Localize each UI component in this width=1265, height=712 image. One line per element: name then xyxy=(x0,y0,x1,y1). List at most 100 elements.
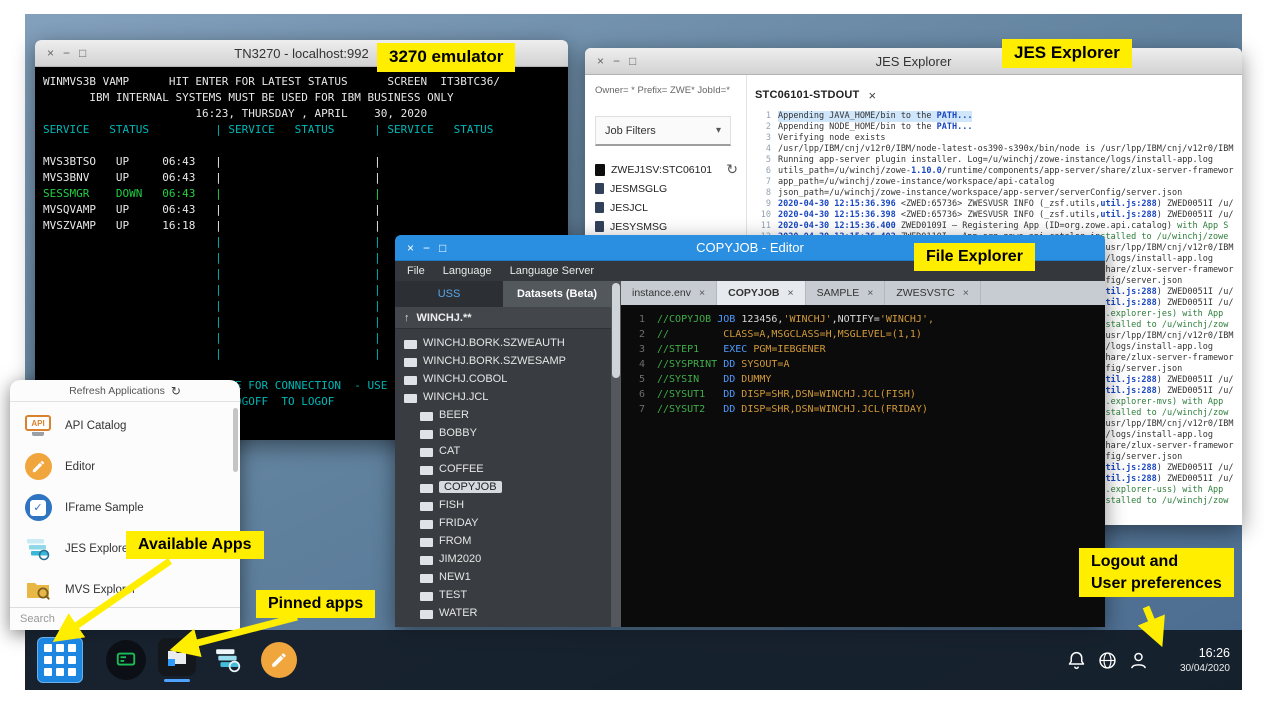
spool-file-item[interactable]: JESMSGLG xyxy=(595,179,738,198)
close-icon[interactable] xyxy=(963,287,969,299)
close-icon[interactable] xyxy=(868,88,876,103)
spool-file-item[interactable]: JESYSMSG xyxy=(595,217,738,236)
menu-item[interactable]: Language Server xyxy=(510,265,594,277)
scrollbar-thumb[interactable] xyxy=(233,408,238,472)
jes-explorer-icon xyxy=(24,535,52,563)
refresh-applications-button[interactable]: Refresh Applications ↻ xyxy=(10,380,240,402)
app-item-api-catalog[interactable]: API API Catalog xyxy=(10,405,240,446)
dataset-tree-item[interactable]: FISH xyxy=(395,496,611,514)
close-icon[interactable] xyxy=(699,287,705,299)
close-button[interactable]: × xyxy=(47,47,54,59)
job-tree-item[interactable]: ZWEJ1SV:STC06101 ↻ xyxy=(595,160,738,179)
maximize-button[interactable]: □ xyxy=(79,47,86,59)
app-launcher-button[interactable] xyxy=(37,637,83,683)
scrollbar[interactable] xyxy=(611,281,621,627)
dataset-tree-item[interactable]: TEST xyxy=(395,586,611,604)
search-input[interactable] xyxy=(10,608,240,630)
mvs-explorer-icon xyxy=(24,576,52,604)
dataset-tree-item[interactable]: BEER xyxy=(395,406,611,424)
close-icon[interactable] xyxy=(867,287,873,299)
spool-file-item[interactable]: JESJCL xyxy=(595,198,738,217)
terminal-line: 16:23, THURSDAY , APRIL 30, 2020 xyxy=(43,106,560,122)
spool-file-name: JESYSMSG xyxy=(610,221,667,233)
window-controls: × − □ xyxy=(395,242,446,254)
minimize-button[interactable]: − xyxy=(613,55,620,67)
editor-file-tab[interactable]: SAMPLE xyxy=(806,281,886,305)
dataset-tree-item[interactable]: NEW1 xyxy=(395,568,611,586)
dataset-tree-item[interactable]: WINCHJ.COBOL xyxy=(395,370,611,388)
jes-titlebar[interactable]: × − □ JES Explorer xyxy=(585,48,1242,75)
code-text: //SYSIN DD DUMMY xyxy=(657,372,771,387)
settings-globe-icon[interactable] xyxy=(1096,649,1118,671)
line-number: 5 xyxy=(755,155,771,166)
explorer-mode-tab[interactable]: USS xyxy=(395,281,503,307)
editor-file-tab[interactable]: ZWESVSTC xyxy=(885,281,980,305)
folder-icon xyxy=(420,610,433,619)
spool-output-tab-label: STC06101-STDOUT xyxy=(755,89,859,101)
dataset-tree-item[interactable]: FROM xyxy=(395,532,611,550)
pinned-app-editor[interactable] xyxy=(258,635,300,685)
annotation-pinned-apps: Pinned apps xyxy=(256,590,375,618)
terminal-line xyxy=(43,138,560,154)
refresh-icon[interactable]: ↻ xyxy=(726,162,738,178)
pinned-app-jes-explorer[interactable] xyxy=(207,635,249,685)
dataset-filter-label: WINCHJ.** xyxy=(417,312,472,324)
pinned-app-3270-terminal[interactable] xyxy=(105,635,147,685)
annotation-file-explorer: File Explorer xyxy=(914,243,1035,271)
line-number: 4 xyxy=(621,357,645,372)
close-button[interactable]: × xyxy=(597,55,604,67)
app-item-mvs-explorer[interactable]: MVS Explorer xyxy=(10,569,240,607)
scrollbar-thumb[interactable] xyxy=(612,283,620,378)
chevron-down-icon: ▾ xyxy=(716,125,721,136)
dataset-tree-item[interactable]: CAT xyxy=(395,442,611,460)
dataset-tree-item[interactable]: BOBBY xyxy=(395,424,611,442)
minimize-button[interactable]: − xyxy=(423,242,430,254)
pinned-app-file-explorer[interactable] xyxy=(156,635,198,685)
dataset-tree-item[interactable]: COFFEE xyxy=(395,460,611,478)
dataset-tree-item[interactable]: WINCHJ.JCL xyxy=(395,388,611,406)
dataset-tree-item[interactable]: COPYJOB xyxy=(395,478,611,496)
editor-pencil-icon xyxy=(24,453,52,481)
dataset-name: WINCHJ.BORK.SZWESAMP xyxy=(423,355,566,367)
maximize-button[interactable]: □ xyxy=(629,55,636,67)
dataset-tree-item[interactable]: WINCHJ.BORK.SZWESAMP xyxy=(395,352,611,370)
app-label: MVS Explorer xyxy=(65,584,136,596)
log-line: 11 2020-04-30 12:15:36.400 ZWED0109I – R… xyxy=(755,221,1242,232)
log-text: 2020-04-30 12:15:36.396 <ZWED:65736> ZWE… xyxy=(778,199,1233,210)
app-item-iframe-sample[interactable]: ✓ IFrame Sample xyxy=(10,487,240,528)
spool-output-tab[interactable]: STC06101-STDOUT xyxy=(755,83,876,107)
maximize-button[interactable]: □ xyxy=(439,242,446,254)
dataset-filter-path[interactable]: ↑ WINCHJ.** xyxy=(395,307,611,329)
dataset-tree-item[interactable]: JIM2020 xyxy=(395,550,611,568)
folder-icon xyxy=(404,394,417,403)
refresh-applications-label: Refresh Applications xyxy=(69,385,165,397)
dataset-tree-item[interactable]: WINCHJ.BORK.SZWEAUTH xyxy=(395,334,611,352)
file-tab-label: SAMPLE xyxy=(817,287,860,299)
dataset-tree-item[interactable]: WATER xyxy=(395,604,611,622)
file-tab-label: instance.env xyxy=(632,287,691,299)
line-number: 3 xyxy=(621,342,645,357)
code-area[interactable]: 1 //COPYJOB JOB 123456,'WINCHJ',NOTIFY='… xyxy=(621,305,1105,627)
menu-item[interactable]: Language xyxy=(443,265,492,277)
folder-icon xyxy=(404,376,417,385)
close-button[interactable]: × xyxy=(407,242,414,254)
folder-icon xyxy=(420,466,433,475)
explorer-mode-tab[interactable]: Datasets (Beta) xyxy=(503,281,611,307)
spool-file-name: JESMSGLG xyxy=(610,183,667,195)
editor-file-tab[interactable]: COPYJOB xyxy=(717,281,806,305)
menu-item[interactable]: File xyxy=(407,265,425,277)
user-icon[interactable] xyxy=(1127,649,1149,671)
dataset-tree-item[interactable]: FRIDAY xyxy=(395,514,611,532)
log-line: 5 Running app-server plugin installer. L… xyxy=(755,155,1242,166)
editor-file-tabs: instance.env COPYJOB SAMPLE ZWES xyxy=(621,281,1105,305)
clock-date: 30/04/2020 xyxy=(1166,662,1230,675)
job-filters-dropdown[interactable]: Job Filters ▾ xyxy=(595,116,731,146)
app-item-editor[interactable]: Editor xyxy=(10,446,240,487)
line-number: 7 xyxy=(621,402,645,417)
minimize-button[interactable]: − xyxy=(63,47,70,59)
editor-file-tab[interactable]: instance.env xyxy=(621,281,717,305)
line-number: 9 xyxy=(755,199,771,210)
notifications-bell-icon[interactable] xyxy=(1065,649,1087,671)
dataset-name: JIM2020 xyxy=(439,553,481,565)
close-icon[interactable] xyxy=(787,287,793,299)
